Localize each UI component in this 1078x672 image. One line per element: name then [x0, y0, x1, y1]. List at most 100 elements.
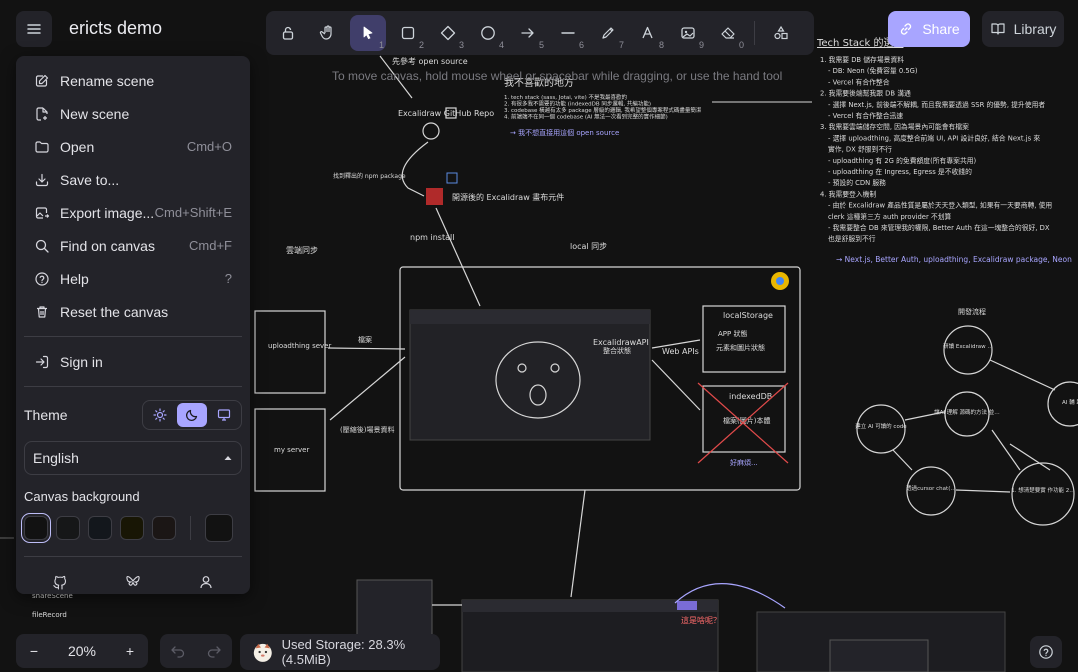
text-tool-button[interactable]: 8: [630, 15, 666, 51]
canvas-text: fileRecord: [32, 611, 67, 619]
hand-icon: [319, 25, 332, 40]
canvas-text-line: - 我需要整合 DB 來管理我的權限, Better Auth 在這一塊整合的很…: [828, 223, 1050, 232]
canvas-text: Web APIs: [662, 347, 699, 356]
pencil-icon: [602, 27, 614, 39]
canvas-text: AI 輔 助: [1062, 398, 1078, 406]
language-select[interactable]: English: [24, 441, 242, 475]
bg-swatch[interactable]: [152, 516, 176, 540]
help-button[interactable]: [1030, 636, 1062, 668]
menu-shortcut: ?: [224, 271, 232, 286]
eraser-icon: [721, 27, 735, 39]
shapes-toolbar: 1 2 3 4 5 6 7 8 9 0: [266, 11, 814, 55]
menu-new-scene[interactable]: New scene: [24, 97, 242, 130]
draw-tool-button[interactable]: 7: [590, 15, 626, 51]
share-button[interactable]: Share: [888, 11, 970, 47]
canvas-text-line: - Vercel 有合作整合: [828, 77, 890, 86]
sun-icon: [153, 408, 167, 422]
canvas-text: uploadthing sever: [268, 342, 331, 350]
scene-name[interactable]: ericts demo: [69, 18, 162, 39]
line-tool-button[interactable]: 6: [550, 15, 586, 51]
canvas-text-line: 1. 我需要 DB 儲存場景資料: [820, 55, 904, 64]
canvas-text-line: 1. tech stack (sass, Jotai, vite) 不是我最喜歡…: [504, 93, 628, 101]
menu-divider: [24, 336, 242, 337]
theme-dark-button[interactable]: [177, 403, 207, 427]
tool-shortcut: 7: [618, 40, 624, 50]
bg-swatch[interactable]: [88, 516, 112, 540]
library-button[interactable]: Library: [982, 11, 1064, 47]
zoom-level[interactable]: 20%: [57, 643, 107, 659]
lock-tool-button[interactable]: [270, 15, 306, 51]
menu-reset-canvas[interactable]: Reset the canvas: [24, 295, 242, 328]
menu-rename-scene[interactable]: Rename scene: [24, 64, 242, 97]
tool-shortcut: 3: [458, 40, 464, 50]
menu-item-label: Export image...: [60, 204, 155, 221]
canvas-text: → 我不想直接用這個 open source: [510, 128, 619, 137]
canvas-text-line: - 預設的 CDN 服務: [828, 178, 886, 187]
menu-export-image[interactable]: Export image... Cmd+Shift+E: [24, 196, 242, 229]
bluesky-icon[interactable]: [125, 574, 141, 590]
tool-shortcut: 9: [698, 40, 704, 50]
tool-shortcut: 4: [498, 40, 504, 50]
library-label: Library: [1013, 21, 1057, 37]
menu-help[interactable]: Help ?: [24, 262, 242, 295]
lock-icon: [282, 26, 294, 40]
canvas-text-line: - 選擇 uploadthing, 高度整合前端 UI, API 設計良好, 結…: [828, 133, 1040, 142]
redo-icon[interactable]: [206, 643, 222, 659]
rectangle-tool-button[interactable]: 2: [390, 15, 426, 51]
canvas-text: 開發流程: [958, 307, 986, 316]
npm-logo: [426, 188, 443, 205]
user-icon[interactable]: [198, 574, 214, 590]
canvas-text: indexedDB: [729, 392, 772, 401]
tool-shortcut: 8: [658, 40, 664, 50]
canvas-text: 先參考 open source: [392, 56, 468, 66]
canvas-background-picker: [21, 513, 242, 543]
theme-light-button[interactable]: [145, 403, 175, 427]
arrow-tool-button[interactable]: 5: [510, 15, 546, 51]
undo-icon[interactable]: [170, 643, 186, 659]
menu-open[interactable]: Open Cmd+O: [24, 130, 242, 163]
main-menu-button[interactable]: [16, 11, 52, 47]
tool-shortcut: 1: [378, 40, 384, 50]
canvas-text: 檔案(圖片)本體: [723, 416, 770, 425]
canvas-text-line: 實作, DX 舒服到不行: [828, 145, 892, 154]
diamond-tool-button[interactable]: 3: [430, 15, 466, 51]
hand-tool-button[interactable]: [310, 15, 346, 51]
zoom-out-button[interactable]: −: [16, 643, 52, 659]
menu-sign-in[interactable]: Sign in: [24, 345, 242, 378]
menu-shortcut: Cmd+F: [189, 238, 232, 253]
menu-item-label: Open: [60, 138, 95, 155]
canvas-text: localStorage: [723, 311, 773, 320]
book-icon: [990, 23, 1005, 35]
ellipse-tool-button[interactable]: 4: [470, 15, 506, 51]
menu-find-on-canvas[interactable]: Find on canvas Cmd+F: [24, 229, 242, 262]
line-icon: [561, 32, 575, 34]
theme-system-button[interactable]: [209, 403, 239, 427]
sign-in-icon: [35, 355, 49, 368]
github-icon[interactable]: [52, 574, 68, 590]
image-tool-button[interactable]: 9: [670, 15, 706, 51]
canvas-text-line: 3. 我需要雲端儲存空間, 因為場景內可能會有檔案: [820, 122, 969, 131]
language-value: English: [33, 450, 79, 466]
social-links: [24, 565, 242, 599]
storage-indicator[interactable]: Used Storage: 28.3% (4.5MiB): [240, 634, 440, 670]
bg-swatch[interactable]: [56, 516, 80, 540]
bg-swatch[interactable]: [21, 513, 51, 543]
export-image-icon: [35, 206, 50, 219]
bg-swatch[interactable]: [120, 516, 144, 540]
more-tools-button[interactable]: [763, 15, 799, 51]
canvas-text: local 同步: [570, 242, 607, 251]
menu-shortcut: Cmd+Shift+E: [154, 205, 232, 220]
canvas-text-line: - Vercel 有合作整合迅速: [828, 111, 903, 120]
selection-tool-button[interactable]: 1: [350, 15, 386, 51]
canvas-text: 這是啥呢？: [681, 615, 721, 625]
search-icon: [35, 239, 49, 253]
canvas-text: 元素和圖片狀態: [716, 343, 765, 352]
custom-bg-swatch[interactable]: [205, 514, 233, 542]
canvas-text-line: - uploadthing 在 Ingress, Egress 是不收錢的: [828, 167, 972, 176]
menu-save-to[interactable]: Save to...: [24, 163, 242, 196]
flow-node-label: 建立 AI 可讀的 code: [855, 422, 907, 430]
nested-screenshot: [409, 309, 651, 441]
zoom-in-button[interactable]: +: [112, 643, 148, 659]
eraser-tool-button[interactable]: 0: [710, 15, 746, 51]
menu-item-label: Find on canvas: [60, 237, 155, 254]
